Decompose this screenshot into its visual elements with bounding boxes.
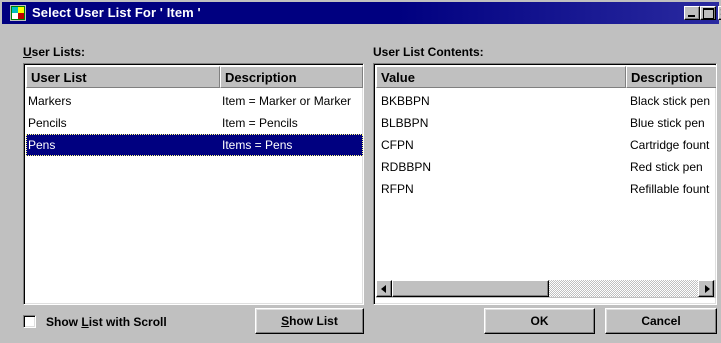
minimize-button[interactable] (684, 6, 700, 20)
show-list-button[interactable]: Show List (255, 308, 364, 334)
list-item-description: Item = Marker or Marker (222, 94, 352, 108)
title-bar[interactable]: Select User List For ' Item ' × (2, 2, 721, 24)
scroll-left-button[interactable] (376, 280, 392, 297)
list-item-description: Items = Pens (222, 138, 293, 152)
cancel-button[interactable]: Cancel (605, 308, 717, 334)
contents-row[interactable]: RFPN Refillable fount (376, 178, 716, 200)
dialog-window: Select User List For ' Item ' × User Lis… (0, 0, 721, 343)
contents-value: RFPN (381, 182, 414, 196)
user-lists-listbox[interactable]: User List Description Markers Item = Mar… (23, 63, 364, 305)
list-item-name: Markers (28, 94, 72, 108)
user-list-row-markers[interactable]: Markers Item = Marker or Marker (26, 90, 363, 112)
horizontal-scrollbar[interactable] (376, 280, 716, 298)
ok-button[interactable]: OK (484, 308, 595, 334)
column-header-user-list[interactable]: User List (26, 66, 220, 88)
contents-description: Black stick pen (630, 94, 711, 108)
contents-row[interactable]: BKBBPN Black stick pen (376, 90, 716, 112)
show-list-with-scroll-checkbox[interactable] (23, 315, 36, 328)
user-lists-label: User Lists: (23, 45, 86, 59)
list-item-name: Pencils (28, 116, 67, 130)
list-item-name: Pens (28, 138, 56, 152)
contents-description: Blue stick pen (630, 116, 705, 130)
contents-row[interactable]: BLBBPN Blue stick pen (376, 112, 716, 134)
user-list-row-pencils[interactable]: Pencils Item = Pencils (26, 112, 363, 134)
app-icon (10, 5, 26, 21)
contents-row[interactable]: CFPN Cartridge fount (376, 134, 716, 156)
show-list-with-scroll-label[interactable]: Show List with Scroll (46, 315, 167, 329)
maximize-button[interactable] (700, 6, 716, 20)
column-header-description[interactable]: Description (626, 66, 716, 88)
list-item-description: Item = Pencils (222, 116, 298, 130)
contents-description: Refillable fount (630, 182, 710, 196)
user-list-contents-label: User List Contents: (373, 45, 484, 59)
contents-value: CFPN (381, 138, 414, 152)
contents-description: Cartridge fount (630, 138, 710, 152)
scrollbar-thumb[interactable] (392, 280, 549, 297)
column-header-value[interactable]: Value (376, 66, 626, 88)
scroll-right-button[interactable] (698, 280, 714, 297)
contents-value: RDBBPN (381, 160, 432, 174)
contents-value: BKBBPN (381, 94, 430, 108)
contents-row[interactable]: RDBBPN Red stick pen (376, 156, 716, 178)
contents-description: Red stick pen (630, 160, 703, 174)
user-list-contents-listbox[interactable]: Value Description BKBBPN Black stick pen… (373, 63, 717, 305)
window-title: Select User List For ' Item ' (32, 5, 201, 20)
contents-value: BLBBPN (381, 116, 429, 130)
user-list-row-pens[interactable]: Pens Items = Pens (26, 134, 363, 156)
column-header-description[interactable]: Description (220, 66, 363, 88)
